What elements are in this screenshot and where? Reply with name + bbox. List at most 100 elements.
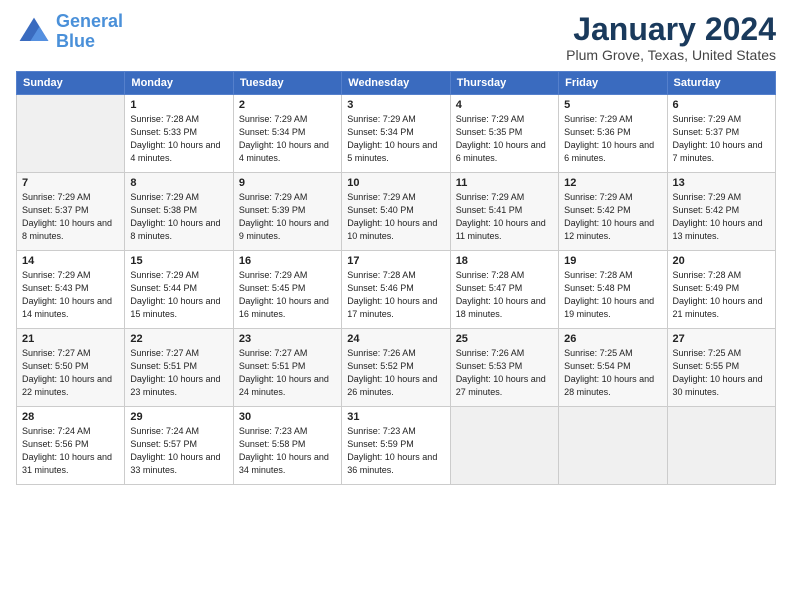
header: General Blue January 2024 Plum Grove, Te… xyxy=(16,12,776,63)
week-row-3: 14 Sunrise: 7:29 AMSunset: 5:43 PMDayligh… xyxy=(17,251,776,329)
logo: General Blue xyxy=(16,12,123,52)
calendar-cell: 17 Sunrise: 7:28 AMSunset: 5:46 PMDayligh… xyxy=(342,251,450,329)
day-number: 21 xyxy=(22,333,119,345)
cell-info: Sunrise: 7:29 AMSunset: 5:37 PMDaylight:… xyxy=(673,113,770,165)
cell-info: Sunrise: 7:28 AMSunset: 5:48 PMDaylight:… xyxy=(564,269,661,321)
calendar-cell xyxy=(450,407,558,485)
calendar-cell: 20Sunrise: 7:28 AMSunset: 5:49 PMDayligh… xyxy=(667,251,775,329)
col-sunday: Sunday xyxy=(17,72,125,95)
cell-info: Sunrise: 7:29 AMSunset: 5:45 PMDaylight:… xyxy=(239,269,336,321)
calendar-cell: 9 Sunrise: 7:29 AMSunset: 5:39 PMDaylight… xyxy=(233,173,341,251)
calendar-body: 1Sunrise: 7:28 AMSunset: 5:33 PMDaylight… xyxy=(17,95,776,485)
cell-info: Sunrise: 7:29 AMSunset: 5:36 PMDaylight:… xyxy=(564,113,661,165)
cell-info: Sunrise: 7:29 AMSunset: 5:34 PMDaylight:… xyxy=(239,113,336,165)
cell-info: Sunrise: 7:29 AMSunset: 5:42 PMDaylight:… xyxy=(564,191,661,243)
cell-info: Sunrise: 7:26 AMSunset: 5:52 PMDaylight:… xyxy=(347,347,444,399)
day-number: 6 xyxy=(673,99,770,111)
cell-info: Sunrise: 7:27 AMSunset: 5:50 PMDaylight:… xyxy=(22,347,119,399)
day-number: 28 xyxy=(22,411,119,423)
cell-info: Sunrise: 7:25 AMSunset: 5:55 PMDaylight:… xyxy=(673,347,770,399)
calendar-cell xyxy=(17,95,125,173)
day-number: 13 xyxy=(673,177,770,189)
day-number: 27 xyxy=(673,333,770,345)
calendar-cell: 10 Sunrise: 7:29 AMSunset: 5:40 PMDayligh… xyxy=(342,173,450,251)
day-number: 31 xyxy=(347,411,444,423)
cell-info: Sunrise: 7:29 AMSunset: 5:44 PMDaylight:… xyxy=(130,269,227,321)
month-title: January 2024 xyxy=(566,12,776,47)
col-saturday: Saturday xyxy=(667,72,775,95)
calendar-cell: 12 Sunrise: 7:29 AMSunset: 5:42 PMDayligh… xyxy=(559,173,667,251)
cell-info: Sunrise: 7:28 AMSunset: 5:33 PMDaylight:… xyxy=(130,113,227,165)
cell-info: Sunrise: 7:23 AMSunset: 5:58 PMDaylight:… xyxy=(239,425,336,477)
calendar-cell: 6 Sunrise: 7:29 AMSunset: 5:37 PMDaylight… xyxy=(667,95,775,173)
day-number: 9 xyxy=(239,177,336,189)
cell-info: Sunrise: 7:28 AMSunset: 5:47 PMDaylight:… xyxy=(456,269,553,321)
col-friday: Friday xyxy=(559,72,667,95)
day-number: 10 xyxy=(347,177,444,189)
page: General Blue January 2024 Plum Grove, Te… xyxy=(0,0,792,493)
calendar-cell: 5 Sunrise: 7:29 AMSunset: 5:36 PMDaylight… xyxy=(559,95,667,173)
calendar-header: Sunday Monday Tuesday Wednesday Thursday… xyxy=(17,72,776,95)
day-number: 4 xyxy=(456,99,553,111)
day-number: 5 xyxy=(564,99,661,111)
day-number: 7 xyxy=(22,177,119,189)
cell-info: Sunrise: 7:29 AMSunset: 5:34 PMDaylight:… xyxy=(347,113,444,165)
day-number: 8 xyxy=(130,177,227,189)
day-number: 16 xyxy=(239,255,336,267)
day-number: 25 xyxy=(456,333,553,345)
day-number: 26 xyxy=(564,333,661,345)
cell-info: Sunrise: 7:29 AMSunset: 5:39 PMDaylight:… xyxy=(239,191,336,243)
calendar-cell: 18Sunrise: 7:28 AMSunset: 5:47 PMDayligh… xyxy=(450,251,558,329)
day-number: 15 xyxy=(130,255,227,267)
calendar-cell: 24Sunrise: 7:26 AMSunset: 5:52 PMDayligh… xyxy=(342,329,450,407)
day-number: 11 xyxy=(456,177,553,189)
cell-info: Sunrise: 7:29 AMSunset: 5:40 PMDaylight:… xyxy=(347,191,444,243)
cell-info: Sunrise: 7:29 AMSunset: 5:42 PMDaylight:… xyxy=(673,191,770,243)
day-number: 14 xyxy=(22,255,119,267)
col-tuesday: Tuesday xyxy=(233,72,341,95)
calendar-cell: 7 Sunrise: 7:29 AMSunset: 5:37 PMDaylight… xyxy=(17,173,125,251)
day-number: 12 xyxy=(564,177,661,189)
logo-line2: Blue xyxy=(56,31,95,51)
calendar-cell: 21 Sunrise: 7:27 AMSunset: 5:50 PMDayligh… xyxy=(17,329,125,407)
day-number: 19 xyxy=(564,255,661,267)
cell-info: Sunrise: 7:29 AMSunset: 5:41 PMDaylight:… xyxy=(456,191,553,243)
week-row-5: 28 Sunrise: 7:24 AMSunset: 5:56 PMDayligh… xyxy=(17,407,776,485)
calendar-cell: 29Sunrise: 7:24 AMSunset: 5:57 PMDayligh… xyxy=(125,407,233,485)
logo-line1: General xyxy=(56,11,123,31)
calendar-cell: 16 Sunrise: 7:29 AMSunset: 5:45 PMDayligh… xyxy=(233,251,341,329)
cell-info: Sunrise: 7:27 AMSunset: 5:51 PMDaylight:… xyxy=(239,347,336,399)
logo-text: General Blue xyxy=(56,12,123,52)
cell-info: Sunrise: 7:25 AMSunset: 5:54 PMDaylight:… xyxy=(564,347,661,399)
col-monday: Monday xyxy=(125,72,233,95)
cell-info: Sunrise: 7:26 AMSunset: 5:53 PMDaylight:… xyxy=(456,347,553,399)
col-wednesday: Wednesday xyxy=(342,72,450,95)
cell-info: Sunrise: 7:29 AMSunset: 5:37 PMDaylight:… xyxy=(22,191,119,243)
day-number: 17 xyxy=(347,255,444,267)
calendar-cell: 2Sunrise: 7:29 AMSunset: 5:34 PMDaylight… xyxy=(233,95,341,173)
cell-info: Sunrise: 7:29 AMSunset: 5:38 PMDaylight:… xyxy=(130,191,227,243)
cell-info: Sunrise: 7:27 AMSunset: 5:51 PMDaylight:… xyxy=(130,347,227,399)
calendar-cell: 14 Sunrise: 7:29 AMSunset: 5:43 PMDayligh… xyxy=(17,251,125,329)
cell-info: Sunrise: 7:29 AMSunset: 5:43 PMDaylight:… xyxy=(22,269,119,321)
calendar-cell: 11 Sunrise: 7:29 AMSunset: 5:41 PMDayligh… xyxy=(450,173,558,251)
day-number: 22 xyxy=(130,333,227,345)
calendar-cell: 3 Sunrise: 7:29 AMSunset: 5:34 PMDaylight… xyxy=(342,95,450,173)
title-block: January 2024 Plum Grove, Texas, United S… xyxy=(566,12,776,63)
day-number: 30 xyxy=(239,411,336,423)
week-row-4: 21 Sunrise: 7:27 AMSunset: 5:50 PMDayligh… xyxy=(17,329,776,407)
day-number: 3 xyxy=(347,99,444,111)
calendar-table: Sunday Monday Tuesday Wednesday Thursday… xyxy=(16,71,776,485)
cell-info: Sunrise: 7:28 AMSunset: 5:46 PMDaylight:… xyxy=(347,269,444,321)
cell-info: Sunrise: 7:24 AMSunset: 5:56 PMDaylight:… xyxy=(22,425,119,477)
cell-info: Sunrise: 7:23 AMSunset: 5:59 PMDaylight:… xyxy=(347,425,444,477)
calendar-cell: 23Sunrise: 7:27 AMSunset: 5:51 PMDayligh… xyxy=(233,329,341,407)
calendar-cell: 30 Sunrise: 7:23 AMSunset: 5:58 PMDayligh… xyxy=(233,407,341,485)
calendar-cell: 13 Sunrise: 7:29 AMSunset: 5:42 PMDayligh… xyxy=(667,173,775,251)
calendar-cell: 31 Sunrise: 7:23 AMSunset: 5:59 PMDayligh… xyxy=(342,407,450,485)
calendar-cell xyxy=(559,407,667,485)
calendar-cell xyxy=(667,407,775,485)
calendar-cell: 28 Sunrise: 7:24 AMSunset: 5:56 PMDayligh… xyxy=(17,407,125,485)
calendar-cell: 25 Sunrise: 7:26 AMSunset: 5:53 PMDayligh… xyxy=(450,329,558,407)
day-number: 29 xyxy=(130,411,227,423)
